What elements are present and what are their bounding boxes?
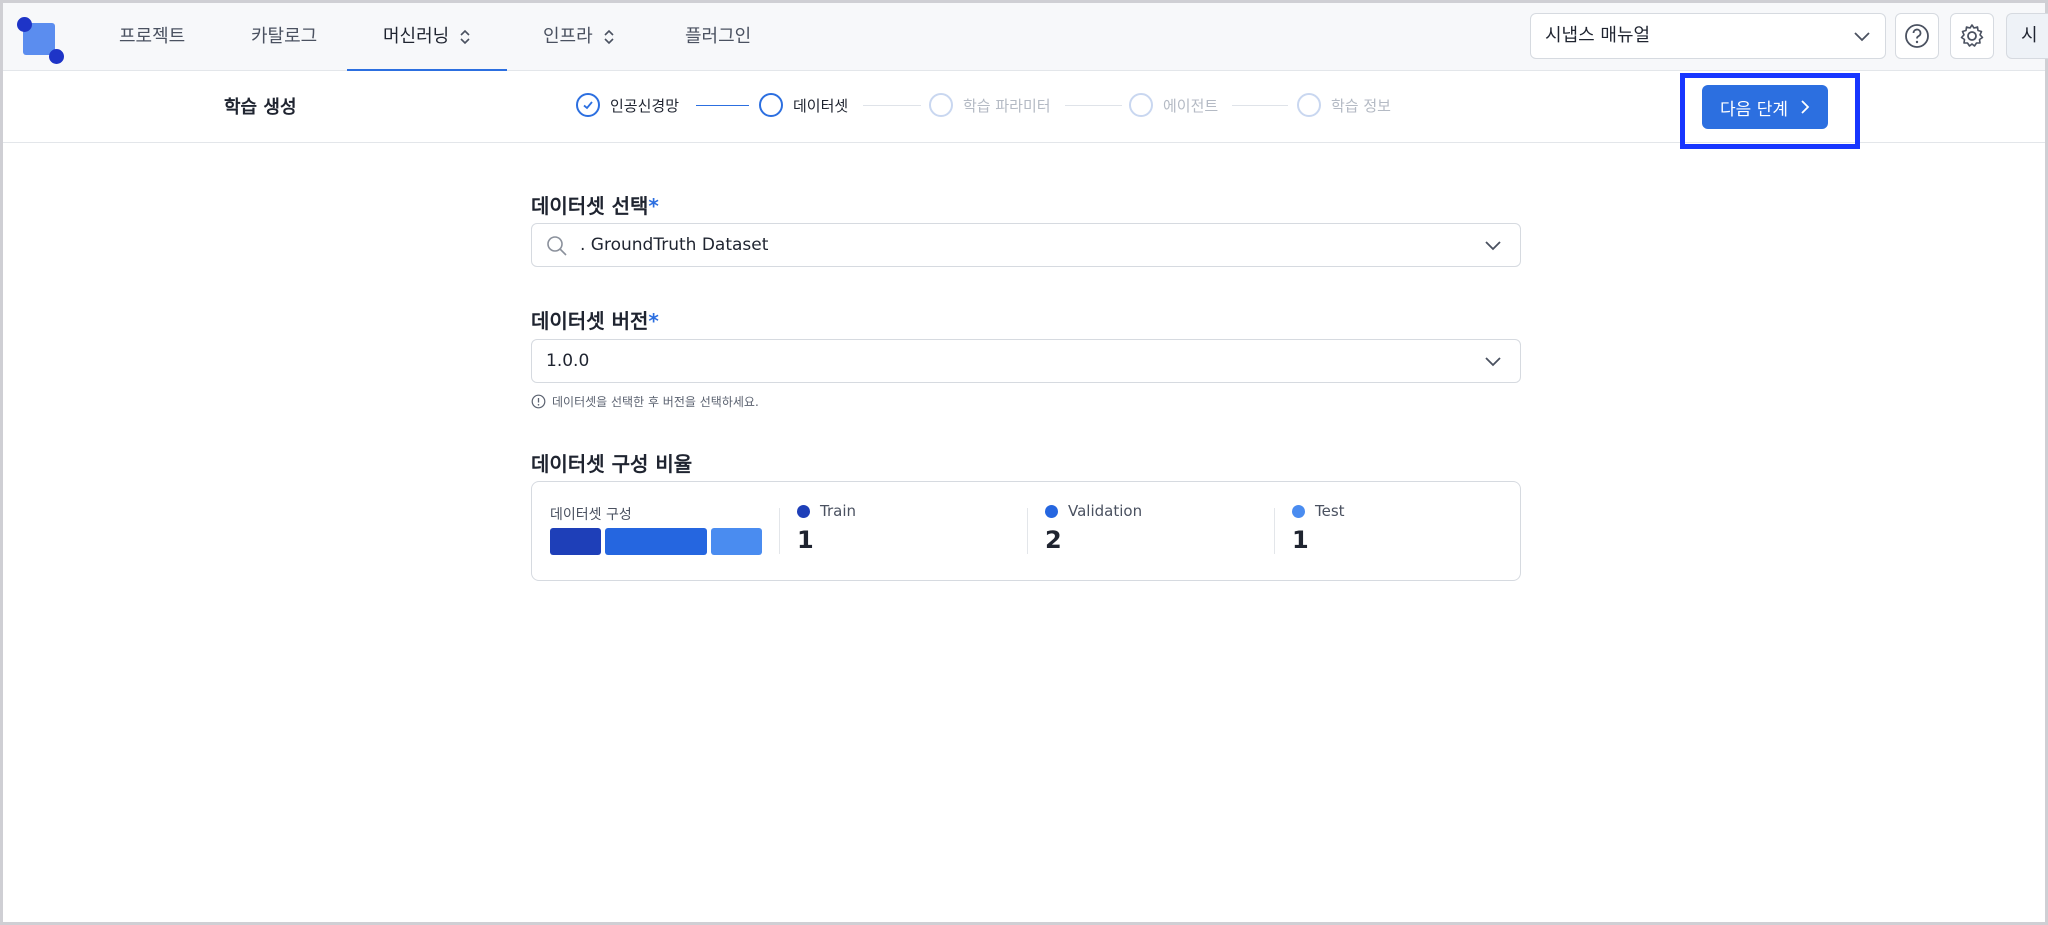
step-pending-icon bbox=[929, 93, 953, 117]
divider bbox=[779, 508, 780, 554]
metric-value: 1 bbox=[1292, 526, 1309, 554]
dataset-ratio-title: 데이터셋 구성 비율 bbox=[531, 452, 693, 476]
next-step-button[interactable]: 다음 단계 bbox=[1702, 85, 1828, 129]
chevron-right-icon bbox=[1801, 100, 1810, 114]
nav-item-project[interactable]: 프로젝트 bbox=[119, 3, 185, 71]
required-mark: * bbox=[648, 194, 659, 218]
metric-name: Test bbox=[1315, 502, 1345, 520]
nav-item-label: 머신러닝 bbox=[383, 26, 450, 47]
dataset-version-select[interactable]: 1.0.0 bbox=[531, 339, 1521, 383]
metric-value: 1 bbox=[797, 526, 814, 554]
chevron-up-down-icon bbox=[460, 29, 470, 45]
required-mark: * bbox=[648, 309, 659, 333]
dataset-ratio-card: 데이터셋 구성 Train 1 Validation 2 Test 1 bbox=[531, 481, 1521, 581]
train-dot-icon bbox=[797, 504, 810, 518]
avatar-initial: 시 bbox=[2021, 25, 2038, 46]
dataset-version-value: 1.0.0 bbox=[546, 351, 590, 371]
metric-name: Train bbox=[820, 502, 856, 520]
help-button[interactable] bbox=[1895, 13, 1939, 59]
dataset-select-title: 데이터셋 선택* bbox=[531, 194, 659, 218]
divider bbox=[1027, 508, 1028, 554]
top-navigation: 프로젝트 카탈로그 머신러닝 인프라 플러그인 시냅스 매뉴얼 시 bbox=[3, 3, 2048, 71]
step-training-params[interactable]: 학습 파라미터 bbox=[929, 93, 1051, 117]
nav-item-plugin[interactable]: 플러그인 bbox=[685, 3, 751, 71]
chevron-up-down-icon bbox=[604, 29, 614, 45]
dataset-version-title: 데이터셋 버전* bbox=[531, 309, 659, 333]
step-connector bbox=[1065, 105, 1122, 106]
settings-button[interactable] bbox=[1950, 13, 1994, 59]
step-current-icon bbox=[759, 93, 783, 117]
help-icon bbox=[1905, 24, 1929, 48]
step-label: 에이전트 bbox=[1163, 96, 1219, 115]
nav-item-label: 인프라 bbox=[543, 26, 593, 47]
metric-test: Test 1 bbox=[1292, 502, 1345, 554]
step-label: 인공신경망 bbox=[610, 96, 680, 115]
step-agent[interactable]: 에이전트 bbox=[1129, 93, 1218, 117]
chevron-down-icon bbox=[1485, 357, 1501, 367]
divider bbox=[1274, 508, 1275, 554]
step-neural-network[interactable]: 인공신경망 bbox=[576, 93, 679, 117]
step-training-info[interactable]: 학습 정보 bbox=[1297, 93, 1391, 117]
version-hint: 데이터셋을 선택한 후 버전을 선택하세요. bbox=[531, 393, 759, 410]
test-dot-icon bbox=[1292, 504, 1305, 518]
gear-icon bbox=[1960, 24, 1984, 47]
metric-value: 2 bbox=[1045, 526, 1062, 554]
nav-item-machine-learning[interactable]: 머신러닝 bbox=[383, 3, 471, 71]
step-connector bbox=[863, 105, 921, 106]
nav-item-catalog[interactable]: 카탈로그 bbox=[251, 3, 317, 71]
check-icon bbox=[576, 93, 600, 117]
search-icon bbox=[547, 236, 567, 256]
ratio-segment-validation bbox=[605, 528, 707, 555]
logo-icon[interactable] bbox=[17, 17, 65, 65]
ratio-segment-test bbox=[711, 528, 762, 555]
step-connector bbox=[1232, 105, 1288, 106]
step-pending-icon bbox=[1297, 93, 1321, 117]
validation-dot-icon bbox=[1045, 504, 1058, 518]
nav-item-label: 프로젝트 bbox=[119, 26, 186, 47]
chevron-down-icon bbox=[1854, 32, 1870, 42]
nav-item-label: 카탈로그 bbox=[251, 26, 318, 47]
metric-name: Validation bbox=[1068, 502, 1143, 520]
hint-text: 데이터셋을 선택한 후 버전을 선택하세요. bbox=[552, 395, 759, 409]
next-step-label: 다음 단계 bbox=[1720, 99, 1788, 120]
step-label: 학습 파라미터 bbox=[963, 96, 1051, 115]
step-label: 학습 정보 bbox=[1331, 96, 1391, 115]
dataset-select-value: . GroundTruth Dataset bbox=[580, 235, 769, 255]
nav-item-infra[interactable]: 인프라 bbox=[543, 3, 615, 71]
chevron-down-icon bbox=[1485, 241, 1501, 251]
metric-train: Train 1 bbox=[797, 502, 856, 554]
nav-item-label: 플러그인 bbox=[685, 26, 752, 47]
info-icon bbox=[531, 394, 546, 409]
dataset-select[interactable]: . GroundTruth Dataset bbox=[531, 223, 1521, 267]
ratio-segment-train bbox=[550, 528, 601, 555]
page-title: 학습 생성 bbox=[224, 97, 297, 118]
metric-validation: Validation 2 bbox=[1045, 502, 1142, 554]
ratio-bar bbox=[550, 528, 762, 555]
user-avatar-button[interactable]: 시 bbox=[2006, 13, 2048, 59]
step-pending-icon bbox=[1129, 93, 1153, 117]
manual-select[interactable]: 시냅스 매뉴얼 bbox=[1530, 13, 1886, 59]
step-dataset[interactable]: 데이터셋 bbox=[759, 93, 848, 117]
manual-select-value: 시냅스 매뉴얼 bbox=[1545, 25, 1651, 46]
ratio-label: 데이터셋 구성 bbox=[550, 507, 632, 523]
step-label: 데이터셋 bbox=[793, 96, 849, 115]
step-connector bbox=[696, 105, 749, 106]
